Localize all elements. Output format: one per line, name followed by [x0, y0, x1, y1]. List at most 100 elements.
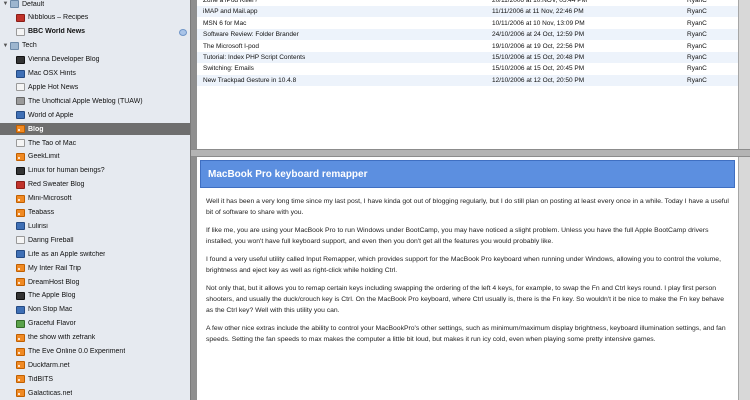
sidebar-feed-item[interactable]: Mac OSX Hints	[0, 68, 190, 80]
article-row[interactable]: Switching: Emails 15/10/2006 at 15 Oct, 2…	[197, 63, 738, 74]
feed-icon	[16, 139, 25, 147]
sidebar-feed-item[interactable]: Galacticas.net	[0, 387, 190, 399]
sidebar-feed-item[interactable]: GeekLimit	[0, 151, 190, 163]
sidebar-folder[interactable]: ▼ Default	[0, 0, 190, 10]
sidebar-feed-item[interactable]: The Tao of Mac	[0, 137, 190, 149]
feed-icon	[16, 125, 25, 134]
sidebar-item-label: The Unofficial Apple Weblog (TUAW)	[28, 97, 143, 105]
article-row[interactable]: MSN 6 for Mac 10/11/2006 at 10 Nov, 13:09…	[197, 18, 738, 29]
article-paragraph: Not only that, but it allows you to rema…	[206, 285, 724, 314]
sidebar-feed-item[interactable]: Blog	[0, 123, 190, 136]
sidebar-feed-item[interactable]: Mini-Microsoft	[0, 193, 190, 205]
sidebar-item-label: The Eve Online 0.0 Experiment	[28, 348, 126, 355]
article-row[interactable]: New Trackpad Gesture in 10.4.8 12/10/2006…	[197, 74, 738, 86]
article-row[interactable]: Tutorial: Index PHP Script Contents 15/10…	[197, 52, 738, 63]
article-paragraph: A few other nice extras include the abil…	[206, 325, 726, 343]
sidebar-item-label: Apple Hot News	[28, 83, 79, 91]
sidebar-feed-item[interactable]: Life as an Apple switcher	[0, 248, 190, 260]
article-body: Well it has been a very long time since …	[206, 196, 730, 352]
article-list[interactable]: Zune a iPod Killer? 20/11/2006 at 10:NOV,…	[197, 0, 738, 149]
feed-icon	[16, 152, 25, 161]
sidebar-item-label: Galacticas.net	[28, 389, 73, 397]
article-author-cell: RyanC	[687, 65, 707, 73]
article-date-cell: 12/10/2006 at 12 Oct, 20:50 PM	[492, 76, 585, 84]
sidebar-feed-item[interactable]: BBC World News	[0, 26, 190, 38]
sidebar-item-label: Teabass	[28, 209, 55, 216]
article-list-scrollbar[interactable]	[738, 0, 750, 149]
feed-icon	[16, 375, 25, 384]
sidebar-item-label: Mini-Microsoft	[28, 195, 72, 203]
article-paragraph: I found a very useful utility called Inp…	[206, 256, 721, 274]
article-author-cell: RyanC	[687, 76, 707, 84]
sidebar-feed-item[interactable]: Daring Fireball	[0, 234, 190, 246]
sidebar-item-label: Duckfarm.net	[28, 361, 70, 369]
article-title-cell: MSN 6 for Mac	[203, 19, 247, 27]
unread-indicator-icon	[179, 28, 187, 36]
feed-icon	[16, 361, 25, 370]
article-paragraph: If like me, you are using your MacBook P…	[206, 227, 709, 245]
sidebar-feed-item[interactable]: The Apple Blog	[0, 290, 190, 302]
feed-icon	[16, 305, 25, 314]
feed-icon	[16, 83, 25, 92]
sidebar-feed-item[interactable]: My Inter Rail Trip	[0, 262, 190, 274]
feed-icon	[16, 55, 25, 64]
article-author-cell: RyanC	[687, 42, 707, 50]
article-header: MacBook Pro keyboard remapper	[200, 160, 735, 188]
sidebar-feed-item[interactable]: Linux for human beings?	[0, 165, 190, 177]
sidebar-feed-item[interactable]: Apple Hot News	[0, 81, 190, 93]
article-author-cell: RyanC	[687, 31, 707, 39]
sidebar-feed-item[interactable]: Teabass	[0, 207, 190, 219]
feed-icon	[16, 389, 25, 398]
feed-icon	[16, 13, 25, 22]
sidebar-feed-item[interactable]: Duckfarm.net	[0, 359, 190, 371]
sidebar-item-label: Red Sweater Blog	[28, 181, 85, 189]
disclosure-triangle-icon[interactable]: ▼	[2, 1, 9, 7]
article-row[interactable]: The Microsoft I-pod 19/10/2006 at 19 Oct,…	[197, 41, 738, 52]
sidebar-item-label: GeekLimit	[28, 153, 60, 161]
folder-icon	[10, 0, 19, 8]
sidebar-item-label: Life as an Apple switcher	[28, 250, 106, 258]
sidebar-feed-item[interactable]: The Unofficial Apple Weblog (TUAW)	[0, 95, 190, 107]
sidebar-feed-item[interactable]: Lulirisi	[0, 220, 190, 232]
feed-icon	[16, 97, 25, 106]
feed-icon	[16, 278, 25, 286]
feed-sidebar[interactable]: ▼ Default Nibblous – Recipes BBC World News…	[0, 0, 191, 400]
article-scrollbar[interactable]	[738, 157, 750, 400]
article-title-cell: Switching: Emails	[203, 65, 254, 73]
article-title-cell: Zune a iPod Killer?	[203, 0, 258, 4]
sidebar-item-label: Daring Fireball	[28, 236, 74, 244]
sidebar-feed-item[interactable]: Red Sweater Blog	[0, 179, 190, 191]
sidebar-item-label: My Inter Rail Trip	[28, 264, 81, 272]
sidebar-feed-item[interactable]: DreamHost Blog	[0, 276, 190, 288]
feed-icon	[16, 250, 25, 259]
sidebar-feed-item[interactable]: Vienna Developer Blog	[0, 54, 190, 66]
article-row[interactable]: Zune a iPod Killer? 20/11/2006 at 10:NOV,…	[197, 0, 738, 6]
sidebar-item-label: The Tao of Mac	[28, 139, 77, 147]
sidebar-feed-item[interactable]: Non Stop Mac	[0, 304, 190, 316]
feed-icon	[16, 180, 25, 189]
sidebar-feed-item[interactable]: the show with zefrank	[0, 332, 190, 344]
feed-icon	[16, 264, 25, 273]
sidebar-item-label: Nibblous – Recipes	[28, 14, 89, 22]
article-title[interactable]: MacBook Pro keyboard remapper	[208, 169, 368, 180]
article-row[interactable]: Software Review: Folder Brander 24/10/200…	[197, 29, 738, 41]
sidebar-folder[interactable]: ▼ Tech	[0, 40, 190, 52]
article-title-cell: Software Review: Folder Brander	[203, 31, 299, 39]
sidebar-feed-item[interactable]: Nibblous – Recipes	[0, 12, 190, 24]
pane-splitter[interactable]	[191, 149, 750, 157]
sidebar-feed-item[interactable]: World of Apple	[0, 109, 190, 121]
sidebar-item-label: DreamHost Blog	[28, 278, 80, 286]
sidebar-item-label: Vienna Developer Blog	[28, 56, 100, 64]
article-row[interactable]: iMAP and Mail.app 11/11/2006 at 11 Nov, 2…	[197, 6, 738, 18]
disclosure-triangle-icon[interactable]: ▼	[2, 43, 9, 49]
feed-icon	[16, 236, 25, 245]
feed-icon	[16, 222, 25, 231]
folder-icon	[10, 41, 19, 50]
article-date-cell: 15/10/2006 at 15 Oct, 20:45 PM	[492, 65, 585, 73]
sidebar-feed-item[interactable]: TidBITS	[0, 373, 190, 385]
feed-icon	[16, 194, 25, 203]
sidebar-feed-item[interactable]: The Eve Online 0.0 Experiment	[0, 346, 190, 358]
article-date-cell: 19/10/2006 at 19 Oct, 22:56 PM	[492, 42, 585, 50]
sidebar-feed-item[interactable]: Graceful Flavor	[0, 318, 190, 330]
sidebar-item-label: Blog	[28, 125, 44, 133]
